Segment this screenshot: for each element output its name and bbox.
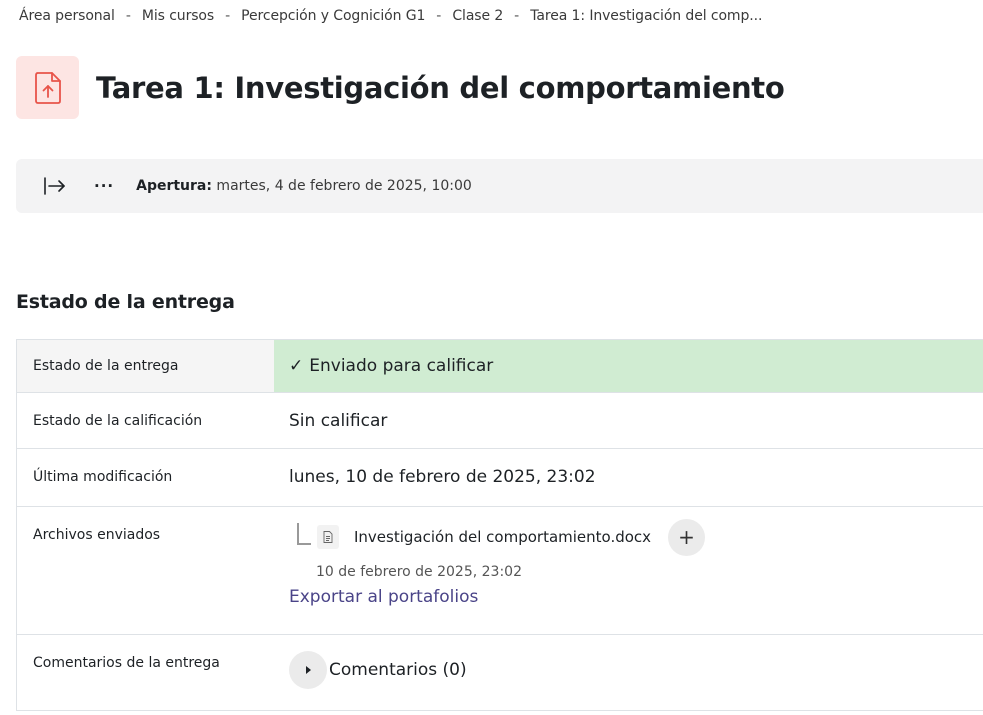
submitted-file-link[interactable]: Investigación del comportamiento.docx	[354, 525, 651, 549]
comments-toggle[interactable]: Comentarios (0)	[289, 651, 968, 689]
breadcrumb-item-section[interactable]: Clase 2	[452, 8, 503, 24]
last-modified-value: lunes, 10 de febrero de 2025, 23:02	[274, 448, 983, 507]
breadcrumb-separator: -	[125, 8, 131, 24]
row-label: Estado de la calificación	[16, 392, 274, 449]
tree-connector	[297, 523, 311, 545]
breadcrumb-separator: -	[514, 8, 520, 24]
table-row: Comentarios de la entrega Comentarios (0…	[16, 634, 983, 711]
grading-status-value: Sin calificar	[274, 392, 983, 449]
row-label: Archivos enviados	[16, 506, 274, 635]
file-upload-icon	[16, 56, 79, 119]
submission-status-table: Estado de la entrega ✓ Enviado para calif…	[16, 339, 983, 711]
page-title: Tarea 1: Investigación del comportamient…	[96, 70, 785, 105]
breadcrumb-item-mis-cursos[interactable]: Mis cursos	[142, 8, 214, 24]
table-row: Archivos enviados Investigación del comp…	[16, 506, 983, 635]
breadcrumb-separator: -	[225, 8, 231, 24]
submission-status-heading: Estado de la entrega	[16, 291, 235, 313]
breadcrumb-item-area-personal[interactable]: Área personal	[19, 8, 115, 24]
plus-icon[interactable]: +	[668, 518, 706, 556]
row-label: Última modificación	[16, 448, 274, 507]
caret-right-icon[interactable]	[289, 651, 327, 689]
export-to-portfolio-link[interactable]: Exportar al portafolios	[289, 585, 968, 609]
table-row: Última modificación lunes, 10 de febrero…	[16, 448, 983, 507]
breadcrumb-item-current[interactable]: Tarea 1: Investigación del comp...	[530, 8, 762, 24]
breadcrumb-separator: -	[436, 8, 442, 24]
submission-comments-cell: Comentarios (0)	[274, 634, 983, 711]
row-label: Estado de la entrega	[16, 339, 274, 393]
page-header: Tarea 1: Investigación del comportamient…	[16, 56, 785, 119]
breadcrumb-item-course[interactable]: Percepción y Cognición G1	[241, 8, 425, 24]
document-icon	[317, 525, 339, 549]
breadcrumb: Área personal - Mis cursos - Percepción …	[19, 8, 762, 24]
comments-label: Comentarios (0)	[329, 660, 467, 680]
opening-date-value: martes, 4 de febrero de 2025, 10:00	[211, 178, 472, 194]
activity-dates-bar: ··· Apertura: martes, 4 de febrero de 20…	[16, 159, 983, 213]
opening-date-label: Apertura:	[136, 178, 212, 194]
table-row: Estado de la entrega ✓ Enviado para calif…	[16, 339, 983, 393]
opening-date: Apertura: martes, 4 de febrero de 2025, …	[136, 178, 472, 194]
row-label: Comentarios de la entrega	[16, 634, 274, 711]
table-row: Estado de la calificación Sin calificar	[16, 392, 983, 449]
submitted-files-cell: Investigación del comportamiento.docx + …	[274, 506, 983, 635]
submission-status-value: Enviado para calificar	[309, 356, 494, 376]
file-tree-item: Investigación del comportamiento.docx +	[289, 518, 968, 556]
more-options-button[interactable]: ···	[94, 177, 114, 195]
file-date: 10 de febrero de 2025, 23:02	[316, 564, 522, 580]
submission-status-cell: ✓ Enviado para calificar	[274, 339, 983, 393]
arrow-right-to-bar-icon[interactable]	[42, 174, 68, 198]
check-icon: ✓	[289, 356, 304, 376]
